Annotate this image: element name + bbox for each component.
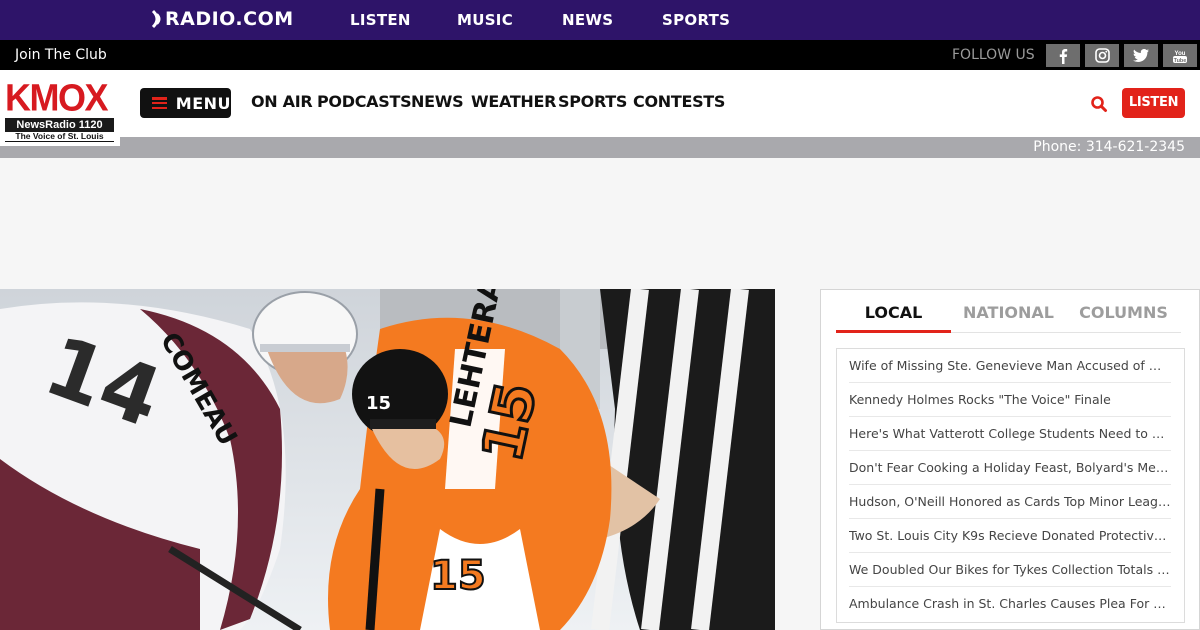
nav-news[interactable]: NEWS <box>411 92 464 111</box>
list-item[interactable]: Hudson, O'Neill Honored as Cards Top Min… <box>849 485 1171 519</box>
nav-contests[interactable]: CONTESTS <box>633 92 725 111</box>
twitter-icon[interactable] <box>1124 44 1158 67</box>
facebook-icon[interactable] <box>1046 44 1080 67</box>
ad-space <box>0 158 1200 289</box>
tab-local[interactable]: LOCAL <box>836 300 951 333</box>
list-item[interactable]: Kennedy Holmes Rocks "The Voice" Finale <box>849 383 1171 417</box>
radio-com-logo-text: RADIO.COM <box>165 8 294 30</box>
list-item[interactable]: Wife of Missing Ste. Genevieve Man Accus… <box>849 349 1171 383</box>
network-nav-news[interactable]: NEWS <box>562 0 613 40</box>
story-list: Wife of Missing Ste. Genevieve Man Accus… <box>836 348 1185 623</box>
network-nav-sports[interactable]: SPORTS <box>662 0 730 40</box>
youtube-icon[interactable]: You Tube <box>1163 44 1197 67</box>
svg-text:Tube: Tube <box>1174 57 1187 63</box>
tab-columns[interactable]: COLUMNS <box>1066 300 1181 333</box>
list-item[interactable]: We Doubled Our Bikes for Tykes Collectio… <box>849 553 1171 587</box>
network-bar: RADIO.COM LISTEN MUSIC NEWS SPORTS <box>0 0 1200 40</box>
nav-on-air[interactable]: ON AIR <box>251 92 313 111</box>
phone-bar: Phone: 314-621-2345 <box>0 137 1200 158</box>
list-item[interactable]: Ambulance Crash in St. Charles Causes Pl… <box>849 587 1171 621</box>
hamburger-icon <box>152 97 167 109</box>
list-item[interactable]: Don't Fear Cooking a Holiday Feast, Boly… <box>849 451 1171 485</box>
station-phone: Phone: 314-621-2345 <box>1033 139 1185 155</box>
list-item[interactable]: Here's What Vatterott College Students N… <box>849 417 1171 451</box>
jersey-right-number-sleeve: 15 <box>430 553 486 599</box>
listen-button[interactable]: LISTEN <box>1122 88 1185 118</box>
kmox-logo-main: KMOX <box>5 75 109 119</box>
kmox-logo-sub: NewsRadio 1120 <box>5 118 114 132</box>
nav-sports[interactable]: SPORTS <box>558 92 627 111</box>
club-bar: Join The Club FOLLOW US You Tube <box>0 40 1200 70</box>
network-nav-listen[interactable]: LISTEN <box>350 0 411 40</box>
nav-podcasts[interactable]: PODCASTS <box>317 92 412 111</box>
kmox-logo-tagline: The Voice of St. Louis <box>5 131 114 142</box>
instagram-icon[interactable] <box>1085 44 1119 67</box>
menu-button-label: MENU <box>175 93 231 113</box>
tab-national[interactable]: NATIONAL <box>951 300 1066 333</box>
follow-us-label: FOLLOW US <box>952 47 1035 63</box>
hero-image[interactable]: LEHTERA 15 15 15 COMEAU 14 <box>0 289 775 630</box>
list-item[interactable]: Two St. Louis City K9s Recieve Donated P… <box>849 519 1171 553</box>
radio-wave-icon <box>150 9 164 29</box>
join-the-club-link[interactable]: Join The Club <box>15 40 107 70</box>
news-tabs: LOCAL NATIONAL COLUMNS <box>836 300 1181 333</box>
kmox-logo[interactable]: KMOX NewsRadio 1120 The Voice of St. Lou… <box>0 70 120 146</box>
station-header: KMOX NewsRadio 1120 The Voice of St. Lou… <box>0 70 1200 146</box>
news-sidebar: LOCAL NATIONAL COLUMNS Wife of Missing S… <box>820 289 1200 630</box>
network-nav-music[interactable]: MUSIC <box>457 0 513 40</box>
radio-com-logo[interactable]: RADIO.COM <box>150 8 294 30</box>
menu-button[interactable]: MENU <box>140 88 231 118</box>
search-icon[interactable] <box>1090 95 1108 113</box>
nav-weather[interactable]: WEATHER <box>471 92 556 111</box>
helmet-number: 15 <box>366 393 391 414</box>
